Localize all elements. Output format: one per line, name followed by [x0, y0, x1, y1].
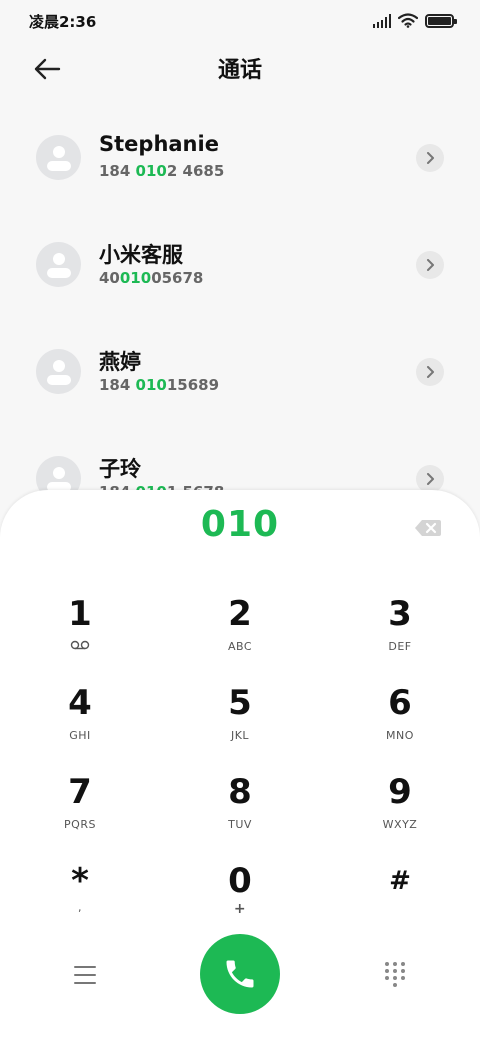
delete-button[interactable] [414, 519, 442, 537]
status-icons [373, 13, 457, 28]
key-digit: 2 [228, 594, 252, 634]
dialer-panel: 010 1 2 ABC 3 DEF 4 GHI 5 JKL 6 MNO 7 PQ… [0, 490, 480, 1040]
chevron-right-icon [427, 366, 434, 378]
key-6[interactable]: 6 MNO [330, 679, 470, 765]
key-digit: 1 [68, 594, 92, 634]
key-2[interactable]: 2 ABC [170, 590, 310, 676]
key-letters: MNO [386, 729, 414, 742]
wifi-icon [398, 13, 418, 28]
key-letters: PQRS [64, 818, 96, 831]
contact-name: 子玲 [99, 457, 141, 481]
key-7[interactable]: 7 PQRS [10, 768, 150, 854]
key-digit: 8 [228, 772, 252, 812]
key-letters: DEF [388, 640, 412, 653]
key-letters: TUV [228, 818, 252, 831]
page-title: 通话 [217, 58, 262, 83]
key-letters: , [78, 901, 82, 914]
key-letters: + [233, 901, 247, 917]
key-digit: 6 [388, 683, 412, 723]
key-9[interactable]: 9 WXYZ [330, 768, 470, 854]
key-4[interactable]: 4 GHI [10, 679, 150, 765]
key-digit: 3 [388, 594, 412, 634]
key-digit: 5 [228, 683, 252, 723]
contact-detail-button[interactable] [416, 251, 444, 279]
key-hash[interactable]: # [330, 857, 470, 943]
contact-row[interactable]: 小米客服 4001005678 [0, 211, 480, 318]
avatar-icon [36, 135, 81, 180]
contact-detail-button[interactable] [416, 358, 444, 386]
key-digit: 4 [68, 683, 92, 723]
chevron-right-icon [427, 473, 434, 485]
voicemail-icon [70, 640, 90, 654]
key-3[interactable]: 3 DEF [330, 590, 470, 676]
key-5[interactable]: 5 JKL [170, 679, 310, 765]
key-star[interactable]: * , [10, 857, 150, 943]
status-bar: 凌晨2:36 [0, 0, 480, 42]
key-1[interactable]: 1 [10, 590, 150, 676]
contact-row[interactable]: 燕婷 184 01015689 [0, 318, 480, 425]
key-0[interactable]: 0 + [170, 857, 310, 943]
contact-row[interactable]: Stephanie 184 0102 4685 [0, 104, 480, 211]
key-8[interactable]: 8 TUV [170, 768, 310, 854]
contact-detail-button[interactable] [416, 465, 444, 493]
signal-icon [373, 13, 391, 28]
key-digit: 7 [68, 772, 92, 812]
menu-icon [74, 966, 96, 968]
chevron-right-icon [427, 259, 434, 271]
status-time: 凌晨2:36 [29, 13, 97, 31]
key-digit: * [71, 861, 89, 901]
contact-number: 184 0102 4685 [99, 162, 225, 180]
call-button[interactable] [200, 934, 280, 1014]
contact-list: Stephanie 184 0102 4685 小米客服 4001005678 … [0, 104, 480, 532]
battery-icon [425, 13, 457, 28]
dialpad-toggle-button[interactable] [383, 962, 407, 988]
key-digit: 0 [228, 861, 252, 901]
menu-button[interactable] [70, 963, 100, 987]
avatar-icon [36, 242, 81, 287]
phone-icon [226, 960, 254, 988]
key-letters: GHI [69, 729, 91, 742]
key-letters: WXYZ [382, 818, 418, 831]
chevron-right-icon [427, 152, 434, 164]
contact-name: 燕婷 [99, 350, 141, 374]
key-digit: 9 [388, 772, 412, 812]
dial-input[interactable]: 010 [0, 504, 480, 545]
contact-number: 184 01015689 [99, 376, 220, 394]
contact-number: 4001005678 [99, 269, 204, 287]
key-digit: # [389, 866, 411, 896]
contact-name: 小米客服 [99, 243, 183, 267]
contact-detail-button[interactable] [416, 144, 444, 172]
key-letters: ABC [227, 640, 253, 653]
key-letters: JKL [230, 729, 250, 742]
header: 通话 [0, 42, 480, 96]
contact-name: Stephanie [99, 132, 219, 156]
avatar-icon [36, 349, 81, 394]
backspace-icon [415, 520, 441, 536]
